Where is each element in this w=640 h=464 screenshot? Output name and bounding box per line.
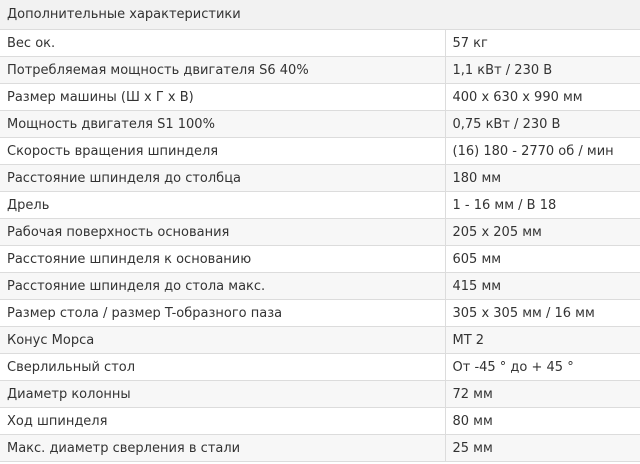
spec-value: 57 кг xyxy=(444,29,640,57)
table-row: Вес ок. 57 кг xyxy=(0,29,640,57)
spec-value: 305 x 305 мм / 16 мм xyxy=(444,299,640,327)
table-row: Расстояние шпинделя до столбца 180 мм xyxy=(0,164,640,192)
spec-label: Мощность двигателя S1 100% xyxy=(0,110,445,138)
table-row: Расстояние шпинделя к основанию 605 мм xyxy=(0,245,640,273)
specifications-table: Дополнительные характеристики Вес ок. 57… xyxy=(0,0,640,462)
spec-label: Скорость вращения шпинделя xyxy=(0,137,445,165)
spec-label: Размер стола / размер T-образного паза xyxy=(0,299,445,327)
spec-label: Ход шпинделя xyxy=(0,407,445,435)
spec-label: Диаметр колонны xyxy=(0,380,445,408)
spec-label: Конус Морса xyxy=(0,326,445,354)
table-row: Ход шпинделя 80 мм xyxy=(0,407,640,435)
spec-value: 605 мм xyxy=(444,245,640,273)
spec-value: 80 мм xyxy=(444,407,640,435)
table-header: Дополнительные характеристики xyxy=(0,0,640,30)
spec-label: Макс. диаметр сверления в стали xyxy=(0,434,445,462)
spec-label: Сверлильный стол xyxy=(0,353,445,381)
table-row: Дрель 1 - 16 мм / В 18 xyxy=(0,191,640,219)
table-header-row: Дополнительные характеристики xyxy=(0,0,640,30)
spec-label: Расстояние шпинделя к основанию xyxy=(0,245,445,273)
table-row: Рабочая поверхность основания 205 x 205 … xyxy=(0,218,640,246)
table-row: Конус Морса MT 2 xyxy=(0,326,640,354)
table-row: Расстояние шпинделя до стола макс. 415 м… xyxy=(0,272,640,300)
spec-value: MT 2 xyxy=(444,326,640,354)
spec-label: Вес ок. xyxy=(0,29,445,57)
table-row: Размер стола / размер T-образного паза 3… xyxy=(0,299,640,327)
spec-value: 1,1 кВт / 230 В xyxy=(444,56,640,84)
spec-value: От -45 ° до + 45 ° xyxy=(444,353,640,381)
spec-label: Потребляемая мощность двигателя S6 40% xyxy=(0,56,445,84)
spec-label: Рабочая поверхность основания xyxy=(0,218,445,246)
table-row: Мощность двигателя S1 100% 0,75 кВт / 23… xyxy=(0,110,640,138)
table-row: Размер машины (Ш x Г x В) 400 x 630 x 99… xyxy=(0,83,640,111)
spec-value: 415 мм xyxy=(444,272,640,300)
spec-value: 205 x 205 мм xyxy=(444,218,640,246)
spec-value: 72 мм xyxy=(444,380,640,408)
table-row: Сверлильный стол От -45 ° до + 45 ° xyxy=(0,353,640,381)
table-row: Скорость вращения шпинделя (16) 180 - 27… xyxy=(0,137,640,165)
table-row: Макс. диаметр сверления в стали 25 мм xyxy=(0,434,640,462)
spec-label: Дрель xyxy=(0,191,445,219)
spec-value: 25 мм xyxy=(444,434,640,462)
spec-label: Размер машины (Ш x Г x В) xyxy=(0,83,445,111)
spec-value: 180 мм xyxy=(444,164,640,192)
table-row: Диаметр колонны 72 мм xyxy=(0,380,640,408)
spec-label: Расстояние шпинделя до столбца xyxy=(0,164,445,192)
table-row: Потребляемая мощность двигателя S6 40% 1… xyxy=(0,56,640,84)
spec-value: 400 x 630 x 990 мм xyxy=(444,83,640,111)
spec-value: 1 - 16 мм / В 18 xyxy=(444,191,640,219)
spec-value: 0,75 кВт / 230 В xyxy=(444,110,640,138)
spec-value: (16) 180 - 2770 об / мин xyxy=(444,137,640,165)
spec-label: Расстояние шпинделя до стола макс. xyxy=(0,272,445,300)
